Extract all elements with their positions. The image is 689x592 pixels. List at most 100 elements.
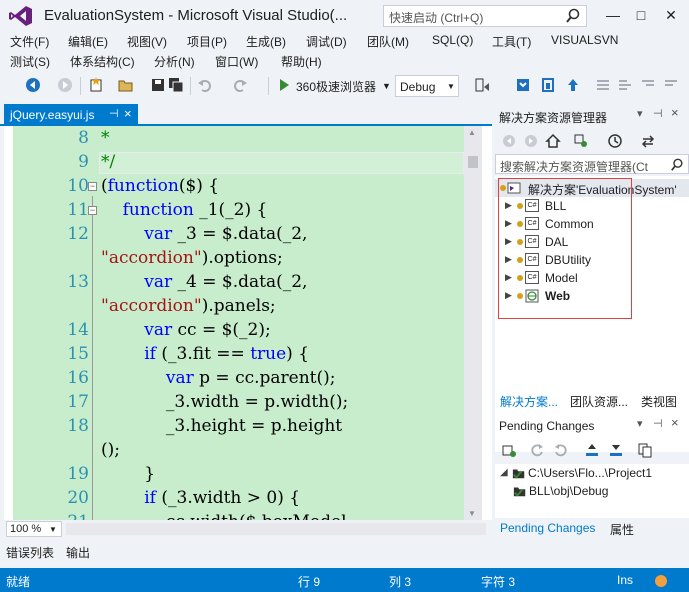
highlight-annotation-box — [498, 178, 632, 319]
debug-target-icon[interactable] — [474, 77, 490, 93]
tab-pending-changes[interactable]: Pending Changes — [500, 521, 595, 535]
navigate-forward-icon[interactable] — [57, 77, 73, 93]
collapse-icon[interactable]: − — [88, 206, 97, 215]
chevron-down-icon: ▼ — [49, 525, 57, 534]
panel-menu-icon[interactable]: ▾ — [637, 107, 643, 120]
editor-horizontal-scrollbar[interactable] — [66, 523, 486, 535]
line-number: 10 — [67, 176, 89, 196]
forward-icon[interactable] — [523, 133, 539, 149]
menu-build[interactable]: 生成(B) — [246, 33, 286, 50]
tab-properties[interactable]: 属性 — [610, 521, 634, 538]
tab-error-list[interactable]: 错误列表 — [6, 544, 54, 561]
editor-vertical-scrollbar[interactable]: ▲ ▼ — [464, 126, 482, 520]
save-icon[interactable] — [150, 77, 166, 93]
menu-team[interactable]: 团队(M) — [367, 33, 409, 50]
minimize-button[interactable]: — — [600, 4, 626, 26]
compare-icon[interactable] — [637, 442, 653, 458]
scroll-down-icon[interactable]: ▼ — [468, 509, 476, 518]
close-icon[interactable]: × — [671, 105, 679, 120]
outdent-icon[interactable] — [663, 77, 679, 93]
tab-solution-explorer[interactable]: 解决方案... — [500, 393, 558, 410]
menu-project[interactable]: 项目(P) — [187, 33, 227, 50]
panel-menu-icon[interactable]: ▾ — [637, 417, 643, 430]
line-number: 8 — [78, 128, 89, 148]
new-project-icon[interactable] — [88, 77, 104, 93]
menu-sql[interactable]: SQL(Q) — [432, 33, 473, 47]
close-icon[interactable]: × — [124, 106, 132, 121]
move-down-icon[interactable] — [608, 442, 624, 458]
solution-explorer-search-input[interactable]: 搜索解决方案资源管理器(Ct — [495, 154, 689, 174]
history-icon[interactable] — [607, 133, 623, 149]
tab-class-view[interactable]: 类视图 — [641, 393, 677, 410]
collapse-arrow-icon[interactable]: ◢ — [500, 467, 508, 478]
editor-tab-jquery-easyui[interactable]: jQuery.easyui.js ⊣ × — [4, 104, 138, 126]
close-icon[interactable]: × — [671, 415, 679, 430]
navigate-back-icon[interactable] — [25, 77, 41, 93]
tab-team-explorer[interactable]: 团队资源... — [570, 393, 628, 410]
current-line-highlight — [99, 152, 464, 174]
close-button[interactable]: ✕ — [658, 4, 684, 26]
window-title: EvaluationSystem - Microsoft Visual Stud… — [44, 7, 348, 24]
menu-tools[interactable]: 工具(T) — [492, 33, 531, 50]
quick-launch-input[interactable]: 快速启动 (Ctrl+Q) — [383, 5, 587, 27]
refresh-icon[interactable] — [529, 442, 545, 458]
pin-icon[interactable]: ⊣ — [653, 417, 663, 430]
upload-icon[interactable] — [565, 77, 581, 93]
start-debugging-icon[interactable] — [276, 77, 292, 93]
uncomment-icon[interactable] — [617, 77, 633, 93]
maximize-button[interactable]: □ — [628, 4, 654, 26]
code-text-area[interactable]: * */ (function($) { function _1(_2) { va… — [99, 126, 464, 520]
undo-icon[interactable] — [197, 77, 213, 93]
zoom-value: 100 % — [10, 523, 42, 535]
menu-analyze[interactable]: 分析(N) — [154, 53, 195, 70]
commit-icon[interactable] — [501, 442, 517, 458]
line-number: 19 — [67, 464, 89, 484]
redo-icon[interactable] — [232, 77, 248, 93]
back-icon[interactable] — [501, 133, 517, 149]
bottom-tool-tabs: 错误列表 输出 — [0, 540, 689, 562]
code-line: _3.width = p.width(); — [101, 392, 349, 412]
pending-change-item[interactable]: BLL\obj\Debug — [495, 482, 689, 500]
indent-icon[interactable] — [640, 77, 656, 93]
home-icon[interactable] — [545, 133, 561, 149]
pin-icon[interactable]: ⊣ — [109, 107, 119, 120]
menu-architecture[interactable]: 体系结构(C) — [70, 53, 135, 70]
solution-configuration-select[interactable]: Debug ▼ — [395, 75, 459, 97]
code-line: (); — [101, 440, 120, 460]
pin-icon[interactable]: ⊣ — [653, 107, 663, 120]
comment-out-icon[interactable] — [595, 77, 611, 93]
menu-view[interactable]: 视图(V) — [127, 33, 167, 50]
line-number: 21 — [67, 512, 89, 520]
scroll-up-icon[interactable]: ▲ — [468, 128, 476, 137]
save-all-icon[interactable] — [168, 77, 184, 93]
browser-selector[interactable]: 360极速浏览器 — [296, 78, 376, 95]
undo-changes-icon[interactable] — [553, 442, 569, 458]
status-bar: 就绪 行 9 列 3 字符 3 Ins — [0, 568, 689, 592]
menu-edit[interactable]: 编辑(E) — [68, 33, 108, 50]
move-up-icon[interactable] — [584, 442, 600, 458]
open-file-icon[interactable] — [118, 77, 134, 93]
selection-margin — [4, 126, 13, 520]
code-line: var _3 = $.data(_2, — [144, 224, 308, 244]
menu-window[interactable]: 窗口(W) — [215, 53, 258, 70]
collapse-icon[interactable]: − — [88, 182, 97, 191]
pending-changes-filter-icon[interactable] — [573, 133, 589, 149]
bookmark-icon[interactable] — [540, 77, 556, 93]
menu-debug[interactable]: 调试(D) — [306, 33, 347, 50]
menu-file[interactable]: 文件(F) — [10, 33, 49, 50]
tab-output[interactable]: 输出 — [66, 544, 90, 561]
zoom-select[interactable]: 100 % ▼ — [6, 521, 62, 537]
scrollbar-thumb[interactable] — [468, 156, 478, 168]
chevron-down-icon[interactable]: ▼ — [382, 81, 391, 91]
notification-icon[interactable] — [655, 575, 667, 587]
toolbar-separator — [190, 77, 191, 95]
code-line: var cc = $(_2); — [144, 320, 271, 340]
menu-help[interactable]: 帮助(H) — [281, 53, 322, 70]
pending-change-item[interactable]: ◢ C:\Users\Flo...\Project1 — [495, 464, 689, 482]
menu-visualsvn[interactable]: VISUALSVN — [551, 33, 618, 47]
menu-test[interactable]: 测试(S) — [10, 53, 50, 70]
deploy-icon[interactable] — [515, 77, 531, 93]
line-number: 14 — [67, 320, 89, 340]
toolbar-separator — [268, 77, 269, 95]
sync-icon[interactable] — [640, 133, 656, 149]
